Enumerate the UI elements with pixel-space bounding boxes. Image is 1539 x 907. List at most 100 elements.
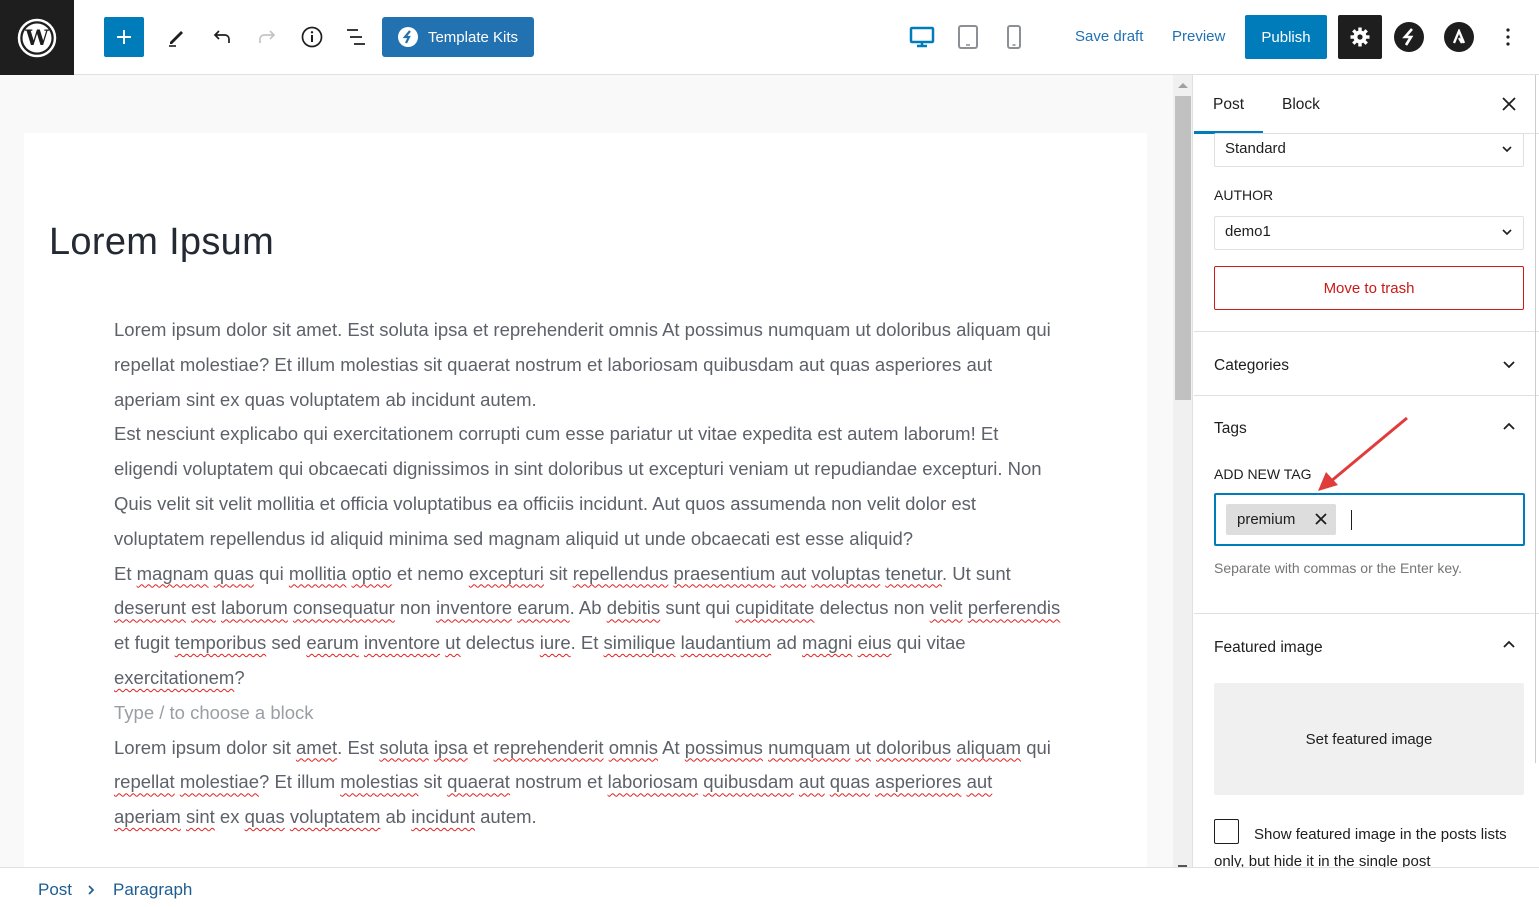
misspelled-word[interactable]: sint xyxy=(186,806,215,827)
misspelled-word[interactable]: ut xyxy=(855,737,870,758)
misspelled-word[interactable]: possimus xyxy=(685,737,763,758)
chevron-up-icon[interactable] xyxy=(1502,639,1516,649)
wordpress-logo-button[interactable]: W xyxy=(0,0,74,75)
misspelled-word[interactable]: consequatur xyxy=(293,597,395,618)
starter-templates-plugin-button[interactable] xyxy=(1394,22,1424,52)
misspelled-word[interactable]: molestias xyxy=(340,771,418,792)
misspelled-word[interactable]: ut xyxy=(445,632,460,653)
set-featured-image-button[interactable]: Set featured image xyxy=(1214,683,1524,795)
misspelled-word[interactable]: omnis xyxy=(609,737,658,758)
tablet-preview-button[interactable] xyxy=(950,19,986,55)
undo-button[interactable] xyxy=(204,19,240,55)
misspelled-word[interactable]: amet xyxy=(296,737,337,758)
misspelled-word[interactable]: quas xyxy=(214,563,254,584)
tab-post[interactable]: Post xyxy=(1213,96,1244,114)
misspelled-word[interactable]: molestiae xyxy=(180,771,259,792)
misspelled-word[interactable]: soluta xyxy=(379,737,428,758)
list-view-button[interactable] xyxy=(338,19,374,55)
misspelled-word[interactable]: est xyxy=(191,597,216,618)
desktop-preview-button[interactable] xyxy=(904,19,940,55)
preview-button[interactable]: Preview xyxy=(1172,28,1225,45)
misspelled-word[interactable]: quas xyxy=(245,806,285,827)
misspelled-word[interactable]: inventore xyxy=(364,632,440,653)
tab-block[interactable]: Block xyxy=(1282,96,1320,114)
misspelled-word[interactable]: quas xyxy=(830,771,870,792)
misspelled-word[interactable]: temporibus xyxy=(175,632,267,653)
categories-panel-toggle[interactable]: Categories xyxy=(1214,357,1289,375)
save-draft-button[interactable]: Save draft xyxy=(1075,28,1143,45)
misspelled-word[interactable]: optio xyxy=(352,563,392,584)
astra-settings-button[interactable] xyxy=(1444,22,1474,52)
misspelled-word[interactable]: magnam xyxy=(137,563,209,584)
misspelled-word[interactable]: mollitia xyxy=(289,563,347,584)
featured-image-panel-toggle[interactable]: Featured image xyxy=(1214,639,1323,657)
misspelled-word[interactable]: doloribus xyxy=(876,737,951,758)
misspelled-word[interactable]: laborum xyxy=(221,597,288,618)
remove-tag-icon[interactable] xyxy=(1314,512,1328,526)
misspelled-word[interactable]: earum xyxy=(517,597,569,618)
misspelled-word[interactable]: debitis xyxy=(607,597,660,618)
misspelled-word[interactable]: excepturi xyxy=(469,563,544,584)
misspelled-word[interactable]: eius xyxy=(858,632,892,653)
details-button[interactable] xyxy=(294,19,330,55)
misspelled-word[interactable]: aut xyxy=(967,771,993,792)
tools-button[interactable] xyxy=(158,19,194,55)
close-sidebar-button[interactable] xyxy=(1499,94,1519,114)
add-tag-input[interactable]: premium xyxy=(1214,493,1525,546)
misspelled-word[interactable]: similique xyxy=(604,632,676,653)
mobile-preview-button[interactable] xyxy=(996,19,1032,55)
paragraph-block[interactable]: Et magnam quas qui mollitia optio et nem… xyxy=(114,557,1064,696)
misspelled-word[interactable]: quibusdam xyxy=(703,771,794,792)
misspelled-word[interactable]: deserunt xyxy=(114,597,186,618)
misspelled-word[interactable]: magni xyxy=(802,632,852,653)
publish-button[interactable]: Publish xyxy=(1245,15,1327,59)
misspelled-word[interactable]: numquam xyxy=(768,737,850,758)
misspelled-word[interactable]: incidunt xyxy=(411,806,475,827)
misspelled-word[interactable]: voluptas xyxy=(811,563,880,584)
paragraph-block[interactable]: Lorem ipsum dolor sit amet. Est soluta i… xyxy=(114,313,1064,417)
settings-button[interactable] xyxy=(1338,15,1382,59)
misspelled-word[interactable]: cupiditate xyxy=(735,597,814,618)
empty-block-placeholder[interactable]: Type / to choose a block xyxy=(114,696,1064,731)
tags-panel-toggle[interactable]: Tags xyxy=(1214,420,1247,438)
post-format-select[interactable]: Standard xyxy=(1214,133,1524,167)
block-inserter-button[interactable] xyxy=(104,17,144,57)
misspelled-word[interactable]: voluptatem xyxy=(290,806,381,827)
misspelled-word[interactable]: quaerat xyxy=(447,771,510,792)
misspelled-word[interactable]: ipsa xyxy=(434,737,468,758)
paragraph-block[interactable]: Est nesciunt explicabo qui exercitatione… xyxy=(114,417,1064,556)
breadcrumb-paragraph[interactable]: Paragraph xyxy=(113,880,192,900)
move-to-trash-button[interactable]: Move to trash xyxy=(1214,266,1524,310)
chevron-up-icon[interactable] xyxy=(1502,421,1516,431)
scrollbar-thumb[interactable] xyxy=(1175,96,1191,400)
misspelled-word[interactable]: aut xyxy=(799,771,825,792)
misspelled-word[interactable]: reprehenderit xyxy=(494,737,604,758)
misspelled-word[interactable]: exercitationem xyxy=(114,667,234,688)
redo-button[interactable] xyxy=(249,19,285,55)
editor-scrollbar[interactable] xyxy=(1173,75,1193,867)
paragraph-block[interactable]: Lorem ipsum dolor sit amet. Est soluta i… xyxy=(114,731,1064,835)
misspelled-word[interactable]: aliquam xyxy=(956,737,1021,758)
misspelled-word[interactable]: praesentium xyxy=(674,563,776,584)
misspelled-word[interactable]: laudantium xyxy=(681,632,772,653)
misspelled-word[interactable]: asperiores xyxy=(875,771,961,792)
misspelled-word[interactable]: perferendis xyxy=(968,597,1061,618)
chevron-down-icon[interactable] xyxy=(1502,360,1516,370)
author-select[interactable]: demo1 xyxy=(1214,216,1524,250)
misspelled-word[interactable]: repellat xyxy=(114,771,175,792)
misspelled-word[interactable]: iure xyxy=(540,632,571,653)
scroll-up-arrow-icon[interactable] xyxy=(1178,83,1188,88)
misspelled-word[interactable]: earum xyxy=(306,632,358,653)
post-title[interactable]: Lorem Ipsum xyxy=(49,221,274,264)
misspelled-word[interactable]: laboriosam xyxy=(608,771,699,792)
misspelled-word[interactable]: inventore xyxy=(436,597,512,618)
template-kits-button[interactable]: Template Kits xyxy=(382,17,534,57)
options-menu-button[interactable] xyxy=(1490,19,1526,55)
misspelled-word[interactable]: repellendus xyxy=(573,563,669,584)
misspelled-word[interactable]: aut xyxy=(780,563,806,584)
sidebar-scrollbar-track[interactable] xyxy=(1535,333,1536,763)
misspelled-word[interactable]: tenetur xyxy=(885,563,942,584)
breadcrumb-post[interactable]: Post xyxy=(38,880,72,900)
misspelled-word[interactable]: aperiam xyxy=(114,806,181,827)
misspelled-word[interactable]: velit xyxy=(930,597,963,618)
